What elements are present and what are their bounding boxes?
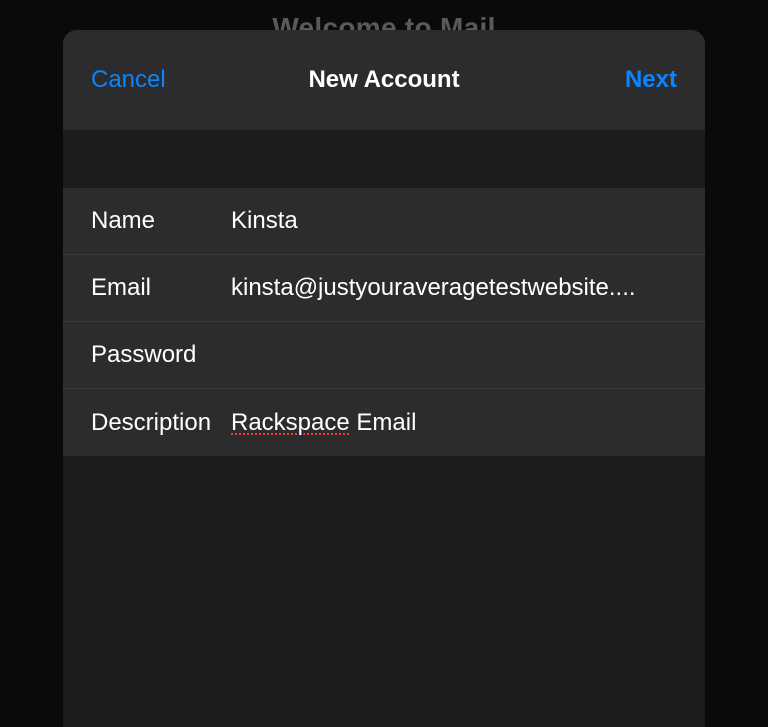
cancel-button[interactable]: Cancel xyxy=(91,66,166,94)
modal-title: New Account xyxy=(308,66,459,94)
description-label: Description xyxy=(91,409,231,437)
email-label: Email xyxy=(91,274,231,302)
email-field[interactable]: kinsta@justyouraveragetestwebsite.... xyxy=(231,274,677,302)
next-button[interactable]: Next xyxy=(625,66,677,94)
name-row[interactable]: Name xyxy=(63,188,705,255)
form-section: Name Email kinsta@justyouraveragetestweb… xyxy=(63,188,705,456)
modal-bottom-area xyxy=(63,456,705,727)
description-row[interactable]: Description Rackspace Email xyxy=(63,389,705,456)
password-row[interactable]: Password xyxy=(63,322,705,389)
email-row[interactable]: Email kinsta@justyouraveragetestwebsite.… xyxy=(63,255,705,322)
section-spacer xyxy=(63,130,705,188)
name-label: Name xyxy=(91,207,231,235)
password-field[interactable] xyxy=(231,341,677,369)
description-word-underlined: Rackspace xyxy=(231,409,350,436)
password-label: Password xyxy=(91,341,231,369)
name-field[interactable] xyxy=(231,207,677,235)
new-account-modal: Cancel New Account Next Name Email kinst… xyxy=(63,30,705,727)
description-field[interactable]: Rackspace Email xyxy=(231,409,677,437)
modal-header: Cancel New Account Next xyxy=(63,30,705,130)
description-word-rest: Email xyxy=(350,409,417,436)
